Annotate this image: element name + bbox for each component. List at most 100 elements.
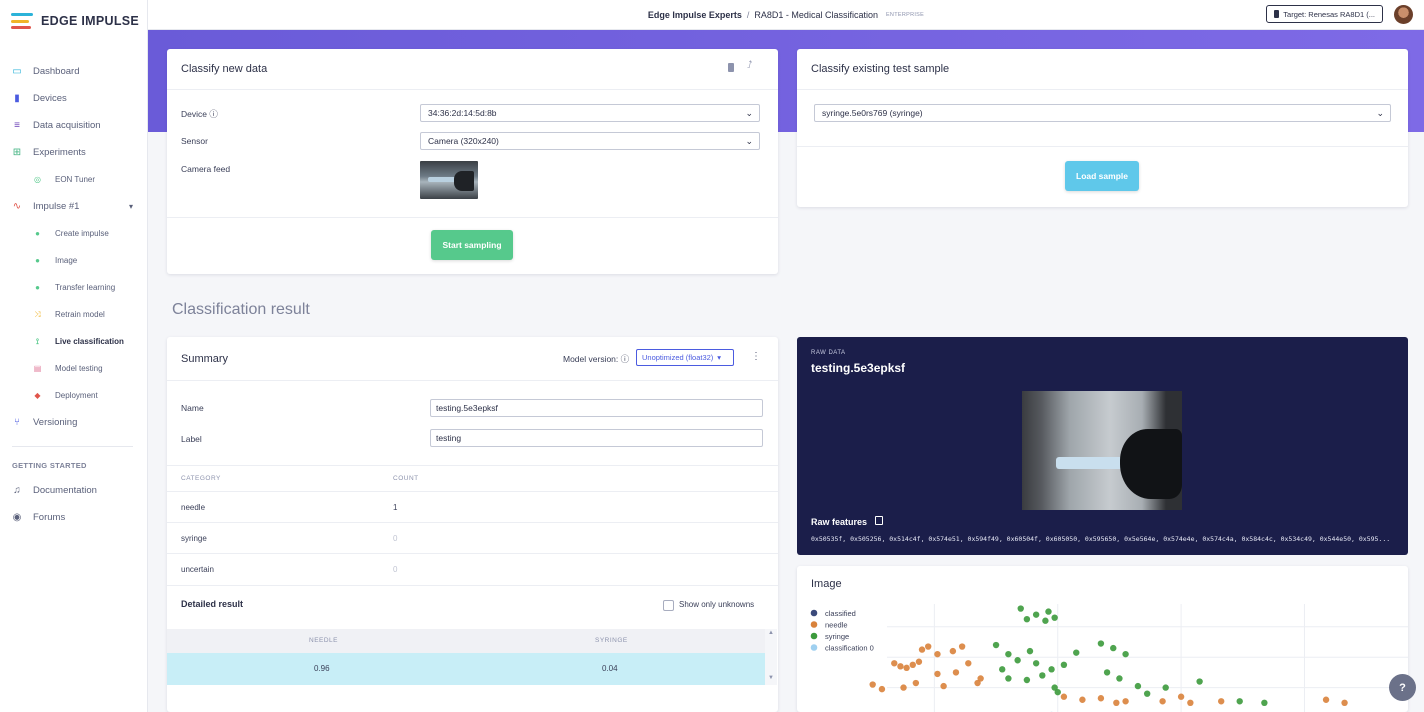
scatter-point-syringe[interactable] (1097, 640, 1105, 647)
sidebar-item-image[interactable]: ● Image (0, 247, 147, 274)
scatter-point-needle[interactable] (897, 663, 904, 670)
sidebar-item-devices[interactable]: ▮ Devices (0, 85, 147, 112)
scatter-point-syringe[interactable] (1048, 666, 1055, 673)
scatter-point-needle[interactable] (977, 675, 984, 682)
scatter-point-needle[interactable] (918, 646, 926, 653)
scatter-point-needle[interactable] (1341, 699, 1348, 706)
scatter-point-needle[interactable] (1177, 693, 1185, 700)
scatter-point-syringe[interactable] (1051, 614, 1058, 621)
sidebar-item-transfer-learning[interactable]: ● Transfer learning (0, 274, 147, 301)
scatter-point-needle[interactable] (1060, 693, 1068, 700)
scatter-point-syringe[interactable] (1039, 672, 1046, 679)
breadcrumb-project[interactable]: RA8D1 - Medical Classification (754, 10, 878, 20)
scatter-point-syringe[interactable] (1196, 678, 1203, 685)
scatter-point-needle[interactable] (869, 681, 876, 688)
legend-label[interactable]: classified (825, 609, 856, 618)
scatter-point-needle[interactable] (900, 684, 907, 691)
scatter-point-needle[interactable] (912, 679, 920, 687)
scatter-point-syringe[interactable] (1162, 684, 1169, 691)
scatter-point-syringe[interactable] (1116, 675, 1123, 682)
sidebar-item-create-impulse[interactable]: ● Create impulse (0, 220, 147, 247)
sidebar-item-model-testing[interactable]: ▤ Model testing (0, 355, 147, 382)
scatter-point-syringe[interactable] (1073, 649, 1080, 656)
sidebar-item-eon-tuner[interactable]: ◎ EON Tuner (0, 166, 147, 193)
scatter-point-needle[interactable] (1218, 698, 1225, 705)
scatter-point-needle[interactable] (1122, 698, 1129, 705)
scatter-point-needle[interactable] (878, 685, 886, 693)
scatter-point-needle[interactable] (958, 643, 966, 650)
scatter-point-needle[interactable] (1159, 698, 1166, 705)
start-sampling-button[interactable]: Start sampling (431, 230, 513, 260)
scatter-point-needle[interactable] (925, 643, 932, 650)
detail-scrollbar[interactable]: ▲ ▼ (765, 629, 777, 685)
scatter-point-syringe[interactable] (1236, 698, 1243, 705)
legend-label[interactable]: classification 0 (825, 644, 874, 653)
scatter-point-needle[interactable] (934, 650, 941, 658)
scatter-point-syringe[interactable] (1143, 690, 1151, 697)
sidebar-item-deployment[interactable]: ◆ Deployment (0, 382, 147, 409)
target-selector-button[interactable]: Target: Renesas RA8D1 (... (1266, 5, 1383, 23)
scatter-point-syringe[interactable] (1032, 611, 1040, 618)
sidebar-item-impulse-1[interactable]: ∿ Impulse #1 ▾ (0, 193, 147, 220)
feature-explorer-chart[interactable]: classified needle syringe classification 0 (797, 566, 1408, 712)
scatter-point-syringe[interactable] (999, 666, 1006, 673)
scatter-point-needle[interactable] (909, 661, 916, 668)
scatter-point-syringe[interactable] (1023, 676, 1031, 684)
scatter-point-syringe[interactable] (1134, 682, 1142, 690)
scatter-point-needle[interactable] (949, 647, 957, 655)
scroll-up-icon[interactable]: ▲ (768, 630, 774, 636)
sidebar-item-dashboard[interactable]: ▭ Dashboard (0, 58, 147, 85)
scatter-point-needle[interactable] (891, 660, 898, 667)
scatter-point-needle[interactable] (1113, 699, 1120, 706)
usb-icon[interactable]: ⭜ (747, 60, 752, 71)
scatter-point-syringe[interactable] (1060, 661, 1068, 668)
scatter-point-needle[interactable] (940, 682, 947, 690)
scatter-point-syringe[interactable] (1005, 675, 1012, 682)
scroll-down-icon[interactable]: ▼ (768, 675, 774, 681)
sidebar-item-experiments[interactable]: ⊞ Experiments (0, 139, 147, 166)
model-version-select[interactable]: Unoptimized (float32) ▾ (636, 349, 734, 366)
scatter-point-needle[interactable] (1187, 699, 1194, 706)
scatter-point-syringe[interactable] (1032, 660, 1040, 667)
scatter-point-syringe[interactable] (1005, 650, 1012, 658)
breadcrumb-owner[interactable]: Edge Impulse Experts (648, 10, 742, 20)
test-sample-select[interactable]: syringe.5e0rs769 (syringe) ⌄ (814, 104, 1391, 122)
logo[interactable]: EDGE IMPULSE (0, 0, 147, 42)
scatter-point-syringe[interactable] (1261, 699, 1268, 706)
scatter-point-syringe[interactable] (1014, 657, 1021, 664)
copy-icon[interactable] (875, 516, 883, 525)
scatter-point-syringe[interactable] (1026, 647, 1034, 655)
device-icon[interactable] (728, 63, 734, 72)
scatter-point-syringe[interactable] (1103, 669, 1111, 676)
sidebar-item-forums[interactable]: ◉ Forums (0, 504, 147, 531)
scatter-point-syringe[interactable] (1045, 608, 1052, 615)
scatter-point-syringe[interactable] (992, 641, 1000, 649)
more-options-icon[interactable]: ⋮ (751, 351, 761, 362)
help-button[interactable]: ? (1389, 674, 1416, 701)
show-unknowns-checkbox[interactable] (663, 600, 674, 611)
scatter-point-needle[interactable] (903, 664, 910, 672)
scatter-point-needle[interactable] (965, 660, 972, 667)
avatar[interactable] (1394, 5, 1413, 24)
scatter-point-syringe[interactable] (1023, 616, 1031, 623)
sidebar-item-retrain-model[interactable]: ⤨ Retrain model (0, 301, 147, 328)
sidebar-item-data-acquisition[interactable]: ≡ Data acquisition (0, 112, 147, 139)
scatter-point-needle[interactable] (934, 670, 941, 678)
load-sample-button[interactable]: Load sample (1065, 161, 1139, 191)
legend-label[interactable]: needle (825, 621, 848, 630)
name-field[interactable]: testing.5e3epksf (430, 399, 763, 417)
sidebar-item-documentation[interactable]: ♫ Documentation (0, 477, 147, 504)
scatter-point-needle[interactable] (1079, 696, 1086, 703)
sidebar-item-live-classification[interactable]: ⟟ Live classification (0, 328, 147, 355)
label-field[interactable]: testing (430, 429, 763, 447)
scatter-point-syringe[interactable] (1042, 617, 1049, 624)
scatter-point-syringe[interactable] (1054, 688, 1061, 696)
scatter-point-needle[interactable] (1097, 695, 1105, 702)
scatter-point-needle[interactable] (1322, 696, 1330, 703)
detail-row[interactable] (167, 653, 765, 685)
legend-label[interactable]: syringe (825, 632, 849, 641)
scatter-point-syringe[interactable] (1017, 605, 1024, 612)
device-select[interactable]: 34:36:2d:14:5d:8b ⌄ (420, 104, 760, 122)
scatter-point-needle[interactable] (915, 658, 923, 665)
chevron-down-icon[interactable]: ▾ (129, 202, 133, 211)
